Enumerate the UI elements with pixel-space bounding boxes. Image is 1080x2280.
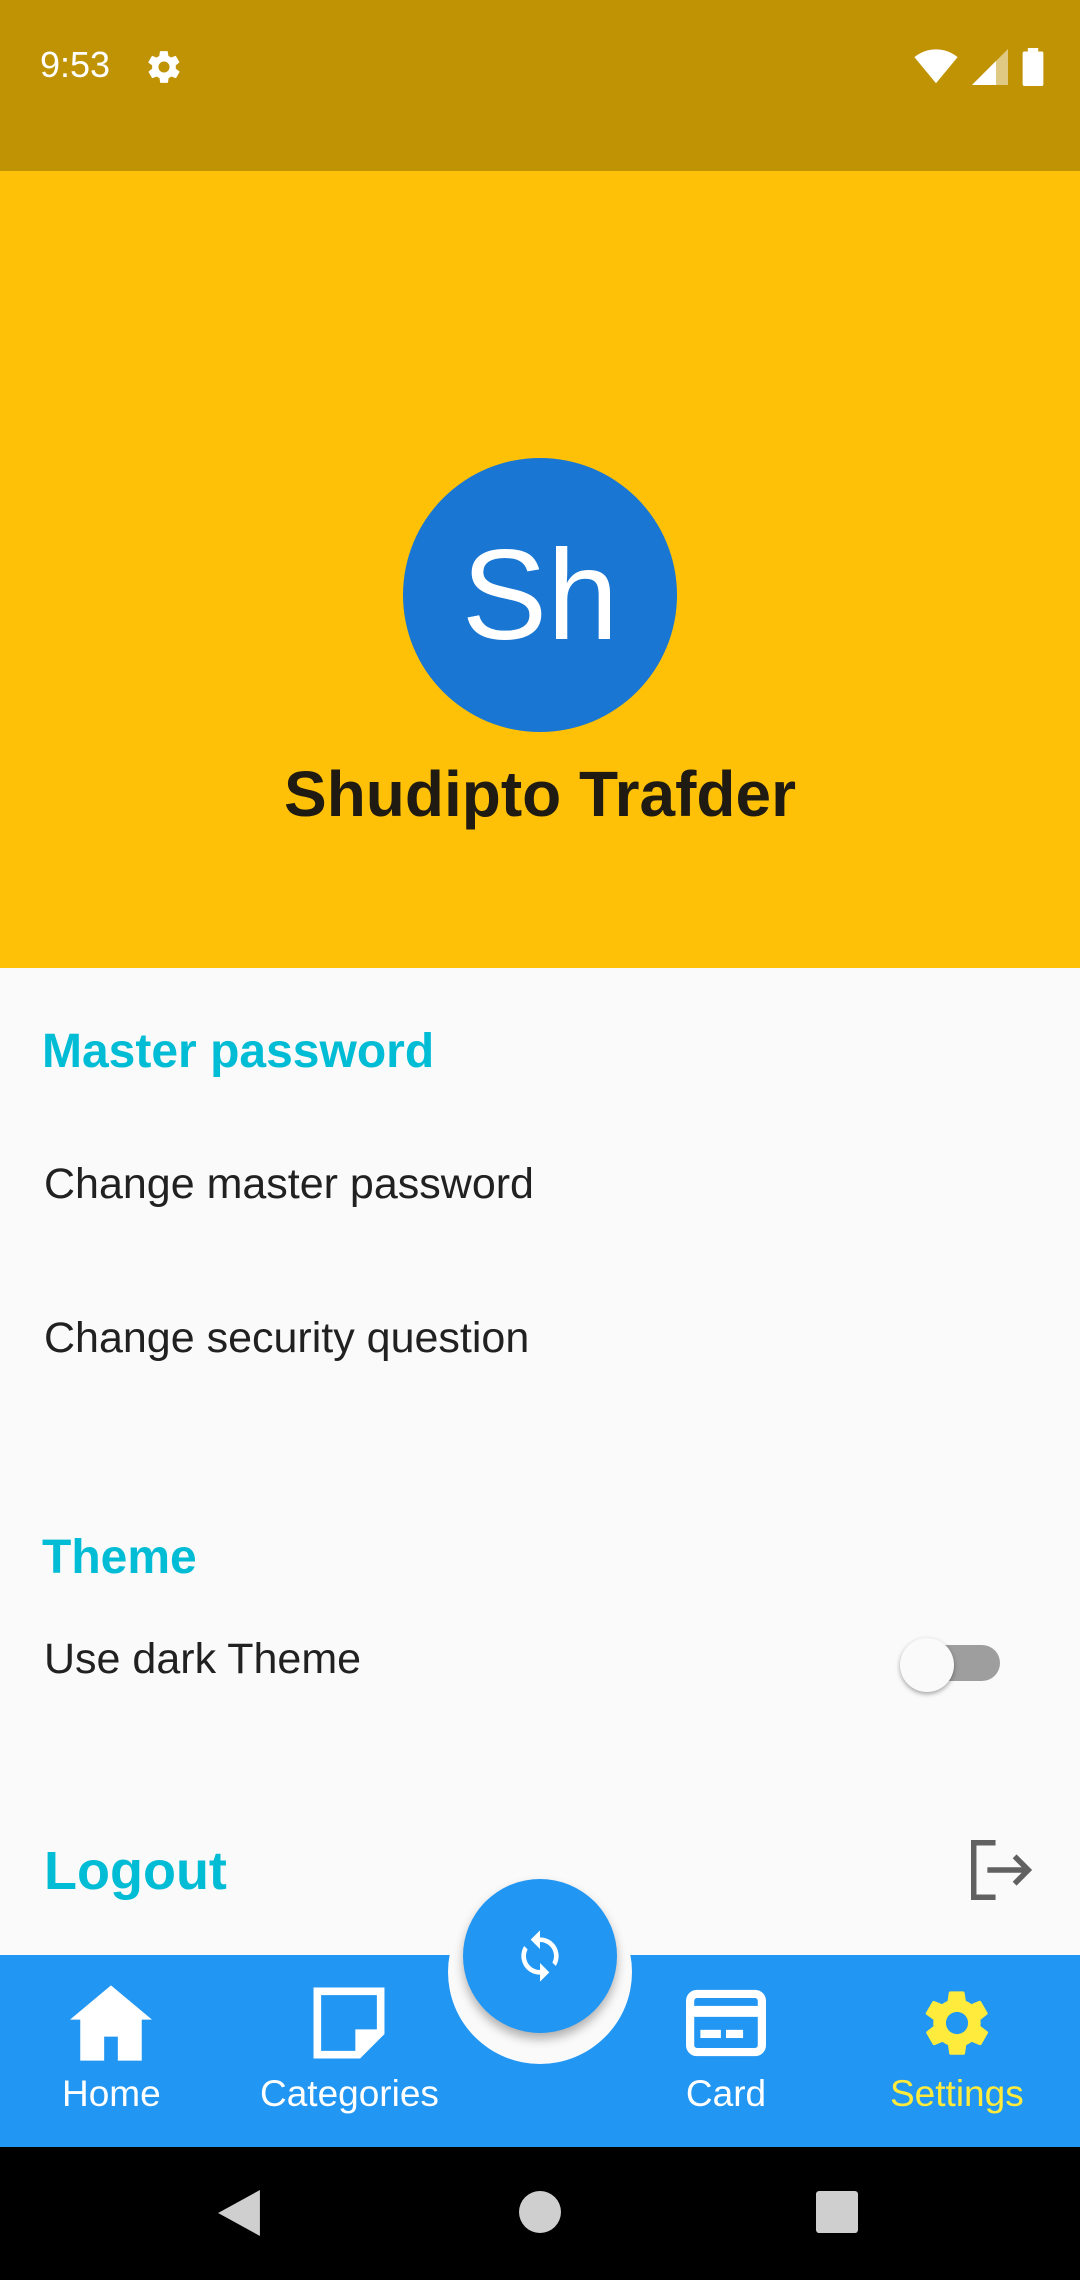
status-icons [914, 48, 1044, 86]
profile-name: Shudipto Trafder [284, 758, 796, 830]
profile-header: Sh Shudipto Trafder [0, 171, 1080, 968]
switch-thumb [900, 1638, 954, 1692]
wifi-icon [914, 49, 958, 84]
nav-categories-label: Categories [260, 2073, 439, 2114]
logout-icon[interactable] [968, 1840, 1034, 1900]
nav-card-label: Card [685, 2073, 767, 2114]
system-navigation-bar [0, 2147, 1080, 2280]
avatar-initials: Sh [461, 523, 619, 667]
sync-icon [521, 1930, 559, 1982]
status-bar: 9:53 [0, 0, 1080, 171]
nav-settings-label: Settings [890, 2073, 1024, 2114]
section-title-master-password: Master password [42, 1025, 435, 1078]
dark-theme-label: Use dark Theme [44, 1635, 362, 1683]
nav-settings[interactable]: Settings [890, 1985, 1024, 2115]
status-time: 9:53 [40, 44, 111, 85]
nav-home-label: Home [62, 2073, 161, 2114]
sync-fab-button[interactable] [463, 1879, 617, 2033]
nav-card[interactable]: Card [685, 1985, 767, 2115]
logout-button[interactable]: Logout [44, 1840, 227, 1902]
home-icon [70, 1985, 153, 2061]
recents-icon[interactable] [816, 2191, 858, 2233]
back-icon[interactable] [218, 2190, 260, 2236]
nav-home[interactable]: Home [62, 1985, 161, 2115]
credit-card-icon [686, 1989, 766, 2057]
change-security-question-item[interactable]: Change security question [44, 1314, 529, 1363]
signal-icon [972, 49, 1008, 85]
avatar: Sh [403, 458, 677, 732]
nav-categories[interactable]: Categories [260, 1985, 439, 2115]
change-master-password-item[interactable]: Change master password [44, 1160, 534, 1209]
gear-icon [148, 51, 180, 83]
home-circle-icon[interactable] [519, 2191, 561, 2233]
dark-theme-switch[interactable] [900, 1638, 1002, 1692]
gear-icon [925, 1991, 988, 2055]
section-title-theme: Theme [42, 1531, 197, 1584]
battery-icon [1022, 48, 1044, 86]
note-icon [314, 1987, 385, 2059]
